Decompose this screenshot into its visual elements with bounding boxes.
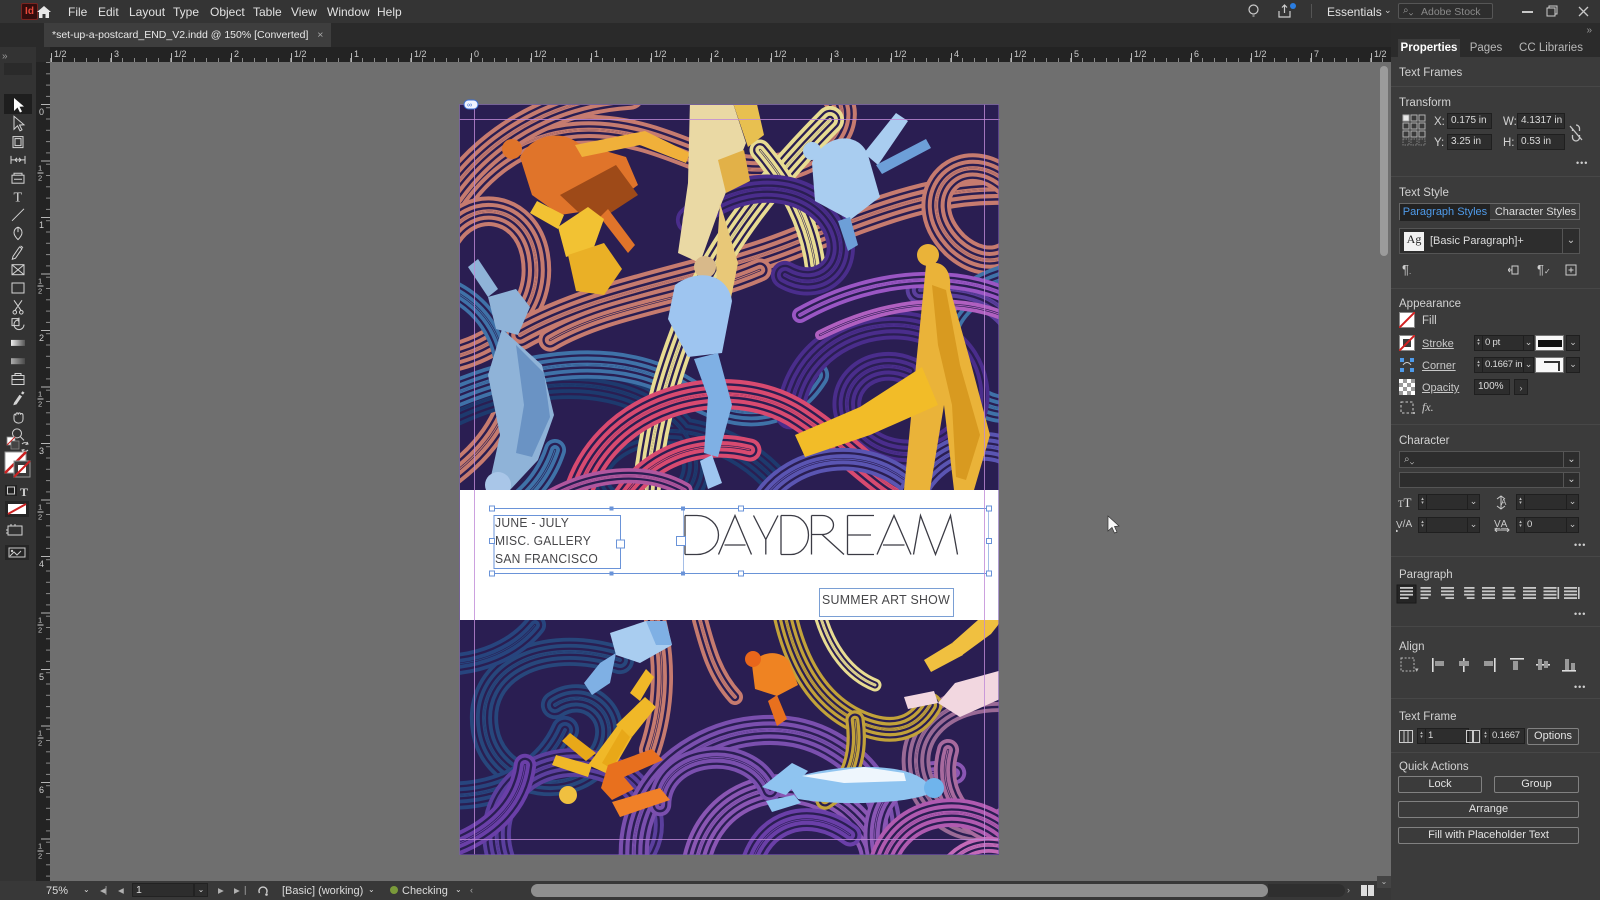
svg-text:T: T (14, 191, 23, 206)
svg-text:T: T (20, 485, 28, 499)
